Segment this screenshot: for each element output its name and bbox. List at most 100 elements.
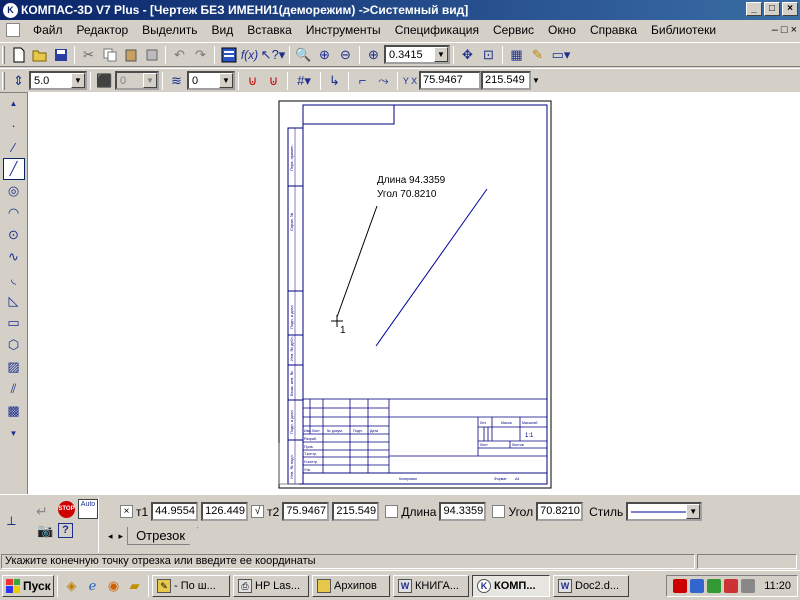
polygon-icon[interactable]: ⬡ [3, 334, 25, 356]
properties-copy-icon[interactable] [141, 45, 162, 65]
zoom-scale-icon[interactable]: ⊕ [363, 45, 384, 65]
task-item-kompas[interactable]: K КОМП... [472, 574, 550, 597]
cut-icon[interactable]: ✂ [78, 45, 99, 65]
undo-icon[interactable]: ↶ [169, 45, 190, 65]
menu-service[interactable]: Сервис [486, 23, 541, 37]
parameterize-icon[interactable]: ⤳ [373, 71, 394, 91]
equidistant-icon[interactable]: ⫽ [3, 378, 25, 400]
layer-icon[interactable]: ≋ [166, 71, 187, 91]
t1-y-field[interactable]: 126.449 [201, 502, 249, 521]
chevron-down-icon[interactable]: ▼ [686, 504, 701, 519]
t1-fix-checkbox[interactable]: × [120, 505, 133, 518]
length-checkbox[interactable] [385, 505, 399, 518]
menu-insert[interactable]: Вставка [240, 23, 299, 37]
drawing-canvas[interactable]: Перв. примен. Справ. № Подп. и дата Инв.… [27, 92, 800, 494]
arc-icon[interactable]: ◠ [3, 202, 25, 224]
menu-help[interactable]: Справка [583, 23, 644, 37]
t2-x-field[interactable]: 75.9467 [282, 502, 330, 521]
line-style-combo[interactable]: ▼ [626, 502, 703, 521]
chevron-down-icon[interactable]: ▼ [219, 73, 233, 88]
tray-network-icon[interactable] [690, 578, 705, 593]
cursor-step-combo[interactable]: 5.0 ▼ [29, 71, 87, 90]
segment-icon[interactable]: ╱ [2, 158, 25, 180]
task-item-6[interactable]: W Doc2.d... [553, 574, 629, 597]
zoom-value-combo[interactable]: 0.3415 ▼ [384, 45, 450, 64]
scroll-down-icon[interactable]: ▼ [3, 422, 25, 444]
scroll-up-icon[interactable]: ▲ [3, 92, 25, 114]
tab-segment[interactable]: Отрезок [127, 527, 199, 545]
task-item-1[interactable]: ✎ - По ш... [152, 574, 230, 597]
angle-field[interactable]: 70.8210 [536, 502, 584, 521]
snap-magnet-icon[interactable]: ⊍ [242, 71, 263, 91]
cursor-y-field[interactable]: 215.549 [481, 71, 531, 90]
zoom-window-icon[interactable]: 🔍 [293, 45, 314, 65]
rectangle-icon[interactable]: ▭ [3, 312, 25, 334]
formula-icon[interactable]: f(x) [239, 45, 260, 65]
t2-fix-checkbox[interactable]: √ [251, 505, 265, 518]
tray-bug-icon[interactable] [707, 578, 722, 593]
copy-icon[interactable] [99, 45, 120, 65]
chevron-down-icon[interactable]: ▼ [71, 73, 85, 88]
mdi-close-button[interactable]: × [791, 24, 797, 36]
point-icon[interactable]: · [3, 114, 25, 136]
circle-icon[interactable]: ◎ [3, 180, 25, 202]
orthogonal-icon[interactable]: ↳ [324, 71, 345, 91]
menu-file[interactable]: Файл [26, 23, 70, 37]
quicklaunch-ie-icon[interactable]: ℯ [82, 576, 103, 596]
t1-x-field[interactable]: 44.9554 [151, 502, 199, 521]
hatch-icon[interactable]: ▨ [3, 356, 25, 378]
ellipse-icon[interactable]: ⊙ [3, 224, 25, 246]
open-folder-icon[interactable] [29, 45, 50, 65]
fillet-icon[interactable]: ◟ [3, 268, 25, 290]
menu-select[interactable]: Выделить [135, 23, 204, 37]
tray-antivirus-icon[interactable] [673, 578, 688, 593]
help-pointer-icon[interactable]: ↖?▾ [260, 45, 286, 65]
tray-volume-icon[interactable] [741, 578, 756, 593]
chevron-down-icon[interactable]: ▼ [531, 71, 541, 91]
step-cursor-icon[interactable]: ⇕ [8, 71, 29, 91]
stop-button[interactable]: STOP [58, 501, 75, 518]
menu-tools[interactable]: Инструменты [299, 23, 388, 37]
paste-icon[interactable] [120, 45, 141, 65]
bezier-icon[interactable]: ∿ [3, 246, 25, 268]
back-arrow-icon[interactable]: ↵ [36, 503, 48, 520]
menu-window[interactable]: Окно [541, 23, 583, 37]
cursor-x-field[interactable]: 75.9467 [419, 71, 481, 90]
camera-icon[interactable]: 📷 [37, 523, 53, 539]
window-layout-icon[interactable]: ▭▾ [548, 45, 574, 65]
perpendicular-icon[interactable]: ⟂ [7, 513, 16, 529]
quicklaunch-media-icon[interactable]: ◉ [103, 576, 124, 596]
chevron-down-icon[interactable]: ▼ [434, 47, 448, 62]
task-item-4[interactable]: W КНИГА... [393, 574, 469, 597]
t2-y-field[interactable]: 215.549 [332, 502, 380, 521]
zoom-in-icon[interactable]: ⊕ [314, 45, 335, 65]
brush-icon[interactable]: ✎ [527, 45, 548, 65]
help-button[interactable]: ? [58, 523, 73, 538]
layers-icon[interactable]: ▦ [506, 45, 527, 65]
show-all-icon[interactable]: ⊡ [478, 45, 499, 65]
menu-editor[interactable]: Редактор [70, 23, 136, 37]
quicklaunch-desktop-icon[interactable]: ◈ [61, 576, 82, 596]
redo-icon[interactable]: ↷ [190, 45, 211, 65]
start-button[interactable]: Пуск [2, 574, 54, 597]
tab-scroll-left-icon[interactable]: ◂ [108, 531, 113, 542]
menu-specification[interactable]: Спецификация [388, 23, 486, 37]
angle-checkbox[interactable] [492, 505, 506, 518]
document-icon[interactable] [6, 23, 20, 37]
menu-view[interactable]: Вид [205, 23, 241, 37]
tray-security-icon[interactable] [724, 578, 739, 593]
auto-button[interactable]: Auto [78, 499, 98, 519]
mdi-minimize-button[interactable]: – [772, 24, 778, 36]
local-snap-icon[interactable]: ⊍ [263, 71, 284, 91]
chamfer-icon[interactable]: ◺ [3, 290, 25, 312]
task-item-2[interactable]: ⎙ HP Las... [233, 574, 309, 597]
length-field[interactable]: 94.3359 [439, 502, 487, 521]
minimize-button[interactable]: _ [746, 2, 762, 16]
task-item-3[interactable]: Архипов [312, 574, 390, 597]
menu-libraries[interactable]: Библиотеки [644, 23, 723, 37]
fill-icon[interactable]: ▩ [3, 400, 25, 422]
zoom-out-icon[interactable]: ⊖ [335, 45, 356, 65]
grid-icon[interactable]: #▾ [291, 71, 317, 91]
new-document-icon[interactable] [8, 45, 29, 65]
tab-scroll-right-icon[interactable]: ▸ [119, 531, 124, 542]
